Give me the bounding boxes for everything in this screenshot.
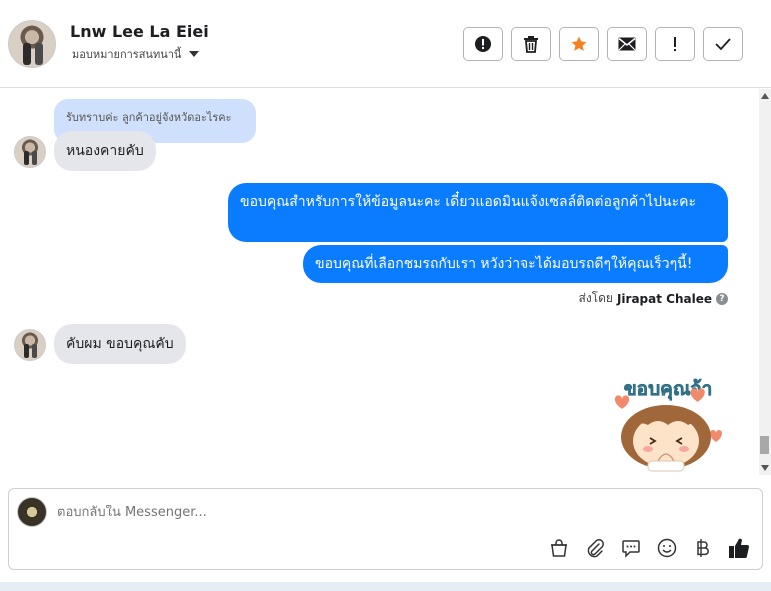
star-icon: [571, 36, 587, 51]
important-button[interactable]: [655, 27, 695, 61]
baht-payment-icon[interactable]: [692, 537, 714, 559]
trash-icon: [524, 36, 538, 53]
page-avatar: [17, 497, 47, 527]
conversation-toolbar: [463, 27, 743, 61]
contact-avatar[interactable]: [8, 20, 56, 68]
saved-reply-icon[interactable]: [620, 537, 642, 559]
contact-name[interactable]: Lnw Lee La Eiei: [70, 22, 209, 41]
sender-avatar[interactable]: [14, 329, 46, 361]
reply-input[interactable]: [57, 505, 657, 520]
reply-composer: [8, 488, 763, 570]
paperclip-icon[interactable]: [584, 537, 606, 559]
sent-by-label: ส่งโดย Jirapat Chalee ?: [578, 289, 728, 308]
scrollbar-thumb[interactable]: [760, 436, 769, 454]
done-button[interactable]: [703, 27, 743, 61]
delete-button[interactable]: [511, 27, 551, 61]
alert-circle-icon: [475, 36, 491, 52]
conversation-header: Lnw Lee La Eiei มอบหมายการสนทนานี้: [0, 0, 771, 88]
incoming-message[interactable]: คับผม ขอบคุณคับ: [54, 324, 186, 364]
scroll-down-arrow-icon[interactable]: [761, 465, 769, 471]
star-button[interactable]: [559, 27, 599, 61]
message-thread: รับทราบค่ะ ลูกค้าอยู่จังหวัดอะไรคะ หนองค…: [0, 89, 759, 475]
sender-avatar[interactable]: [14, 136, 46, 168]
emoji-icon[interactable]: [656, 537, 678, 559]
assign-conversation-dropdown[interactable]: มอบหมายการสนทนานี้: [72, 45, 200, 63]
report-button[interactable]: [463, 27, 503, 61]
check-icon: [715, 38, 731, 51]
mail-button[interactable]: [607, 27, 647, 61]
sent-by-prefix: ส่งโดย: [578, 291, 613, 305]
thumbs-up-icon[interactable]: [728, 537, 750, 559]
sent-by-name: Jirapat Chalee: [616, 291, 712, 306]
assign-conversation-label: มอบหมายการสนทนานี้: [72, 48, 182, 61]
caret-down-icon: [189, 51, 200, 57]
envelope-icon: [618, 37, 636, 51]
outgoing-message[interactable]: ขอบคุณที่เลือกชมรถกับเรา หวังว่าจะได้มอบ…: [303, 245, 728, 283]
thank-you-sticker[interactable]: ขอบคุณจ้า: [610, 375, 728, 475]
chat-scrollbar[interactable]: [759, 89, 771, 475]
exclamation-icon: [674, 37, 676, 51]
incoming-message[interactable]: หนองคายคับ: [54, 131, 156, 171]
shopping-bag-icon[interactable]: [548, 537, 570, 559]
question-icon[interactable]: ?: [716, 292, 728, 305]
composer-toolbar: [548, 537, 750, 559]
page-footer-strip: [0, 582, 771, 591]
scroll-up-arrow-icon[interactable]: [761, 93, 769, 99]
outgoing-message[interactable]: ขอบคุณสำหรับการให้ข้อมูลนะคะ เดี๋ยวแอดมิ…: [228, 183, 728, 242]
